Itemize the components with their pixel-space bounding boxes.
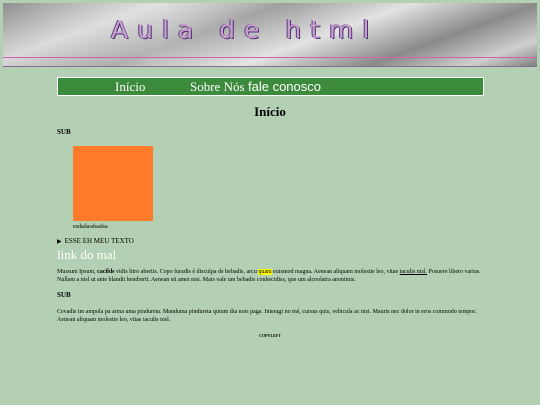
triangle-right-icon[interactable]: ▶ [57,239,62,245]
page-title: Início [254,104,286,119]
details-summary: ESSE EH MEU TEXTO [64,237,134,245]
underlined-text: iaculis nisl. [399,269,427,275]
link-do-mal[interactable]: link do mal [57,247,116,263]
paragraph-2: Cevadis im ampola pa arma uma pindureta.… [57,309,477,323]
section-heading-2: SUB [57,291,71,299]
footer-copyleft: COPYLEFT [259,333,281,338]
orange-image-box [73,146,153,221]
paragraph-1-text-c: euismod magna. Aenean aliquam molestie l… [271,269,400,275]
site-title: Aula de html [111,15,379,44]
section-heading-1: SUB [57,128,71,136]
paragraph-1-text-a: Mussum Ipsum, [57,269,98,275]
menu-item-sobre-nos[interactable]: Sobre Nós [190,79,245,94]
bold-word: cacilds [97,269,115,275]
paragraph-1: Mussum Ipsum, cacilds vidis litro aberti… [57,268,487,284]
highlighted-word: quam [258,269,272,275]
menu-item-fale-conosco[interactable]: fale conosco [248,79,321,94]
paragraph-1-text-b: vidis litro abertis. Copo furadis é disc… [114,269,259,275]
main-menu: Início Sobre Nós fale conosco [57,77,484,96]
image-caption: esdadasdsadsa [73,224,108,230]
header-banner: Aula de html [3,3,537,67]
details-toggle[interactable]: ▶ ESSE EH MEU TEXTO [57,237,134,245]
menu-item-inicio[interactable]: Início [115,79,145,94]
